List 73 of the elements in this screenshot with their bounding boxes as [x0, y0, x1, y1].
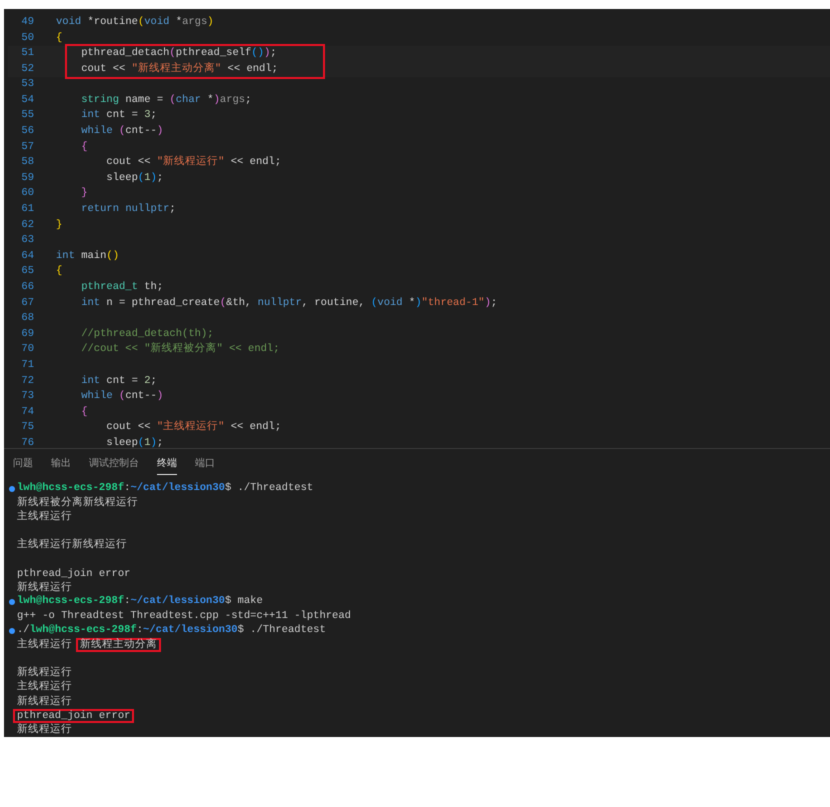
panel-tab[interactable]: 终端 — [157, 453, 177, 476]
code-line: pthread_t th; — [80, 280, 164, 296]
terminal-output: 主线程运行 — [16, 638, 73, 652]
line-number: 75 — [20, 420, 34, 436]
line-number: 62 — [20, 218, 34, 233]
code-line: sleep(1); — [105, 170, 164, 186]
code-line: pthread_detach(pthread_self()); — [80, 46, 277, 62]
terminal-output: 新线程运行 — [16, 722, 73, 737]
code-line: { — [80, 404, 88, 420]
code-line: } — [56, 218, 62, 233]
line-number: 53 — [20, 77, 34, 92]
line-number: 76 — [20, 436, 34, 448]
terminal-output: pthread_join error — [16, 566, 132, 581]
code-line: cout << "新线程运行" << endl; — [105, 155, 282, 170]
terminal-output: 新线程运行 — [16, 581, 73, 595]
line-number: 61 — [20, 202, 34, 218]
line-number: 71 — [20, 358, 34, 373]
terminal-output: 主线程运行 — [16, 510, 73, 524]
line-number: 69 — [20, 326, 34, 342]
code-line: int cnt = 3; — [80, 108, 157, 124]
code-line: } — [80, 186, 88, 202]
line-number: 64 — [20, 248, 34, 264]
line-number: 52 — [20, 62, 34, 77]
code-line: int main() — [56, 248, 120, 264]
line-number: 70 — [20, 342, 34, 358]
code-line: int n = pthread_create(&th, nullptr, routine, (void *)"thread-1"); — [80, 296, 498, 311]
terminal-output: 新线程被分离新线程运行 — [16, 496, 139, 510]
panel-tab[interactable]: 端口 — [195, 453, 215, 476]
terminal-output: 主线程运行新线程运行 — [16, 538, 128, 552]
terminal-output: 新线程运行 — [16, 666, 73, 680]
code-line: //cout << "新线程被分离" << endl; — [80, 342, 280, 358]
line-number: 57 — [20, 140, 34, 155]
line-number: 66 — [20, 280, 34, 296]
code-line: while (cnt--) — [80, 124, 164, 140]
line-number: 67 — [20, 296, 34, 311]
code-line: cout << "新线程主动分离" << endl; — [80, 62, 278, 77]
code-line: string name = (char *)args; — [80, 92, 252, 108]
prompt-line: ./lwh@hcss-ecs-298f:~/cat/lession30$ ./Threadtest — [17, 622, 326, 638]
code-line: cout << "主线程运行" << endl; — [105, 420, 282, 436]
line-number: 74 — [20, 404, 34, 420]
terminal-output: 新线程运行 — [16, 694, 73, 709]
code-line: int cnt = 2; — [80, 374, 157, 389]
line-number: 54 — [20, 92, 34, 108]
line-number: 58 — [20, 155, 34, 170]
prompt-line: lwh@hcss-ecs-298f:~/cat/lession30$ make — [17, 594, 263, 610]
code-line: sleep(1); — [105, 436, 164, 448]
prompt-line: lwh@hcss-ecs-298f:~/cat/lession30$ ./Threadtest — [17, 480, 314, 496]
terminal-output: 主线程运行 — [16, 680, 73, 694]
line-number: 59 — [20, 170, 34, 186]
line-number: 50 — [20, 30, 34, 46]
terminal-output: 新线程主动分离 — [76, 638, 161, 652]
line-number: 65 — [20, 264, 34, 280]
panel-tab[interactable]: 输出 — [51, 453, 71, 476]
line-number: 68 — [20, 311, 34, 326]
line-number: 60 — [20, 186, 34, 202]
code-line: { — [56, 264, 62, 280]
code-line: { — [56, 30, 62, 46]
terminal-output: g++ -o Threadtest Threadtest.cpp -std=c++11 -lpthread — [16, 609, 352, 624]
terminal-output: pthread_join error — [13, 708, 134, 723]
code-line: //pthread_detach(th); — [80, 326, 214, 342]
line-number: 49 — [20, 14, 34, 30]
line-number: 63 — [20, 233, 34, 248]
line-number: 55 — [20, 108, 34, 124]
line-number: 56 — [20, 124, 34, 140]
code-line: while (cnt--) — [80, 389, 164, 404]
code-line: { — [80, 140, 88, 155]
line-number: 51 — [20, 46, 34, 62]
code-line: void *routine(void *args) — [56, 14, 214, 30]
panel-tab[interactable]: 问题 — [13, 453, 33, 476]
panel-tab[interactable]: 调试控制台 — [89, 453, 139, 476]
line-number: 73 — [20, 389, 34, 404]
line-number: 72 — [20, 374, 34, 389]
code-line: return nullptr; — [80, 202, 176, 218]
